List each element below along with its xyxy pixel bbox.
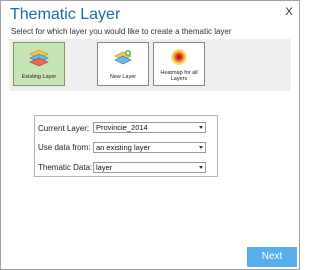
thematic-data-select[interactable]: layer xyxy=(93,162,206,173)
heatmap-option[interactable]: Heatmap for all Layers xyxy=(153,42,205,86)
chevron-down-icon xyxy=(199,126,203,129)
existing-layer-option[interactable]: Existing Layer xyxy=(13,42,65,86)
next-button[interactable]: Next xyxy=(247,247,297,267)
chevron-down-icon xyxy=(199,166,203,169)
current-layer-select[interactable]: Provincie_2014 xyxy=(93,122,206,133)
thematic-layer-dialog: Thematic Layer X Select for which layer … xyxy=(0,0,300,270)
use-data-select[interactable]: an existing layer xyxy=(93,142,206,153)
heatmap-label: Heatmap for all Layers xyxy=(160,70,198,82)
new-layer-icon xyxy=(114,50,132,65)
chevron-down-icon xyxy=(199,146,203,149)
instruction-text: Select for which layer you would like to… xyxy=(11,27,232,36)
new-layer-label: New Layer xyxy=(109,74,137,80)
existing-layer-label: Existing Layer xyxy=(21,74,57,80)
current-layer-label: Current Layer: xyxy=(38,124,90,133)
stacked-layers-icon xyxy=(29,49,49,67)
layer-options-panel: Existing Layer New Layer Heatmap for all… xyxy=(9,39,291,91)
use-data-label: Use data from: xyxy=(38,143,91,152)
new-layer-option[interactable]: New Layer xyxy=(97,42,149,86)
close-button[interactable]: X xyxy=(283,6,295,18)
heatmap-icon xyxy=(171,49,187,65)
dialog-title: Thematic Layer xyxy=(10,6,121,23)
thematic-data-label: Thematic Data: xyxy=(38,163,93,172)
